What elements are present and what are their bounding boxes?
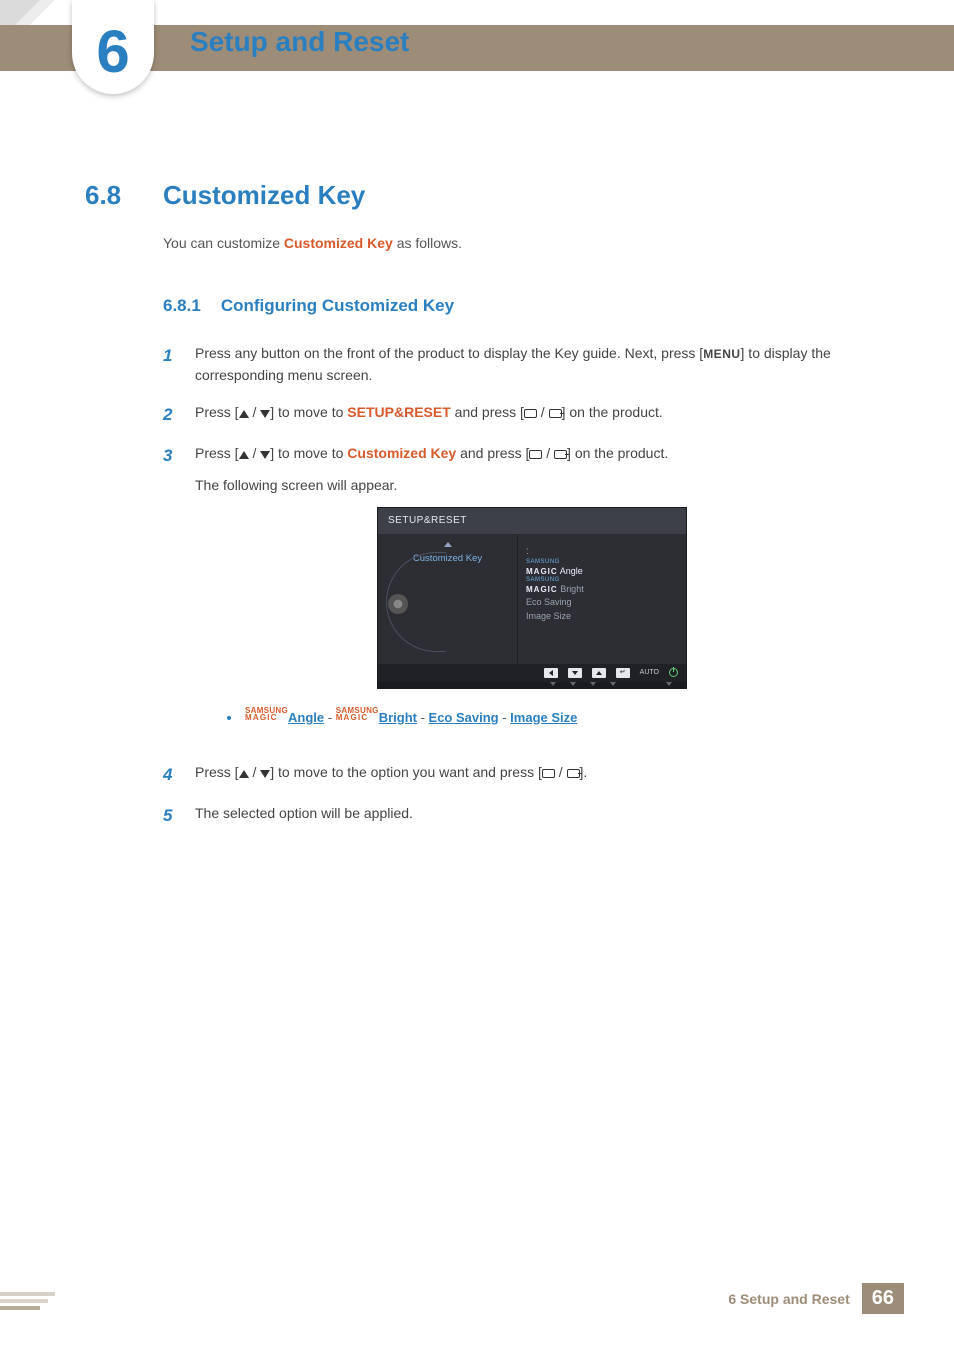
enter-icon	[567, 769, 580, 778]
intro-post: as follows.	[393, 235, 462, 251]
osd-option-angle: SAMSUNG MAGIC Angle	[526, 560, 678, 578]
down-arrow-icon	[610, 682, 616, 686]
step-3: 3 Press [ / ] to move to Customized Key …	[163, 442, 869, 747]
options-bullet: SAMSUNGMAGICAngle - SAMSUNGMAGICBright -…	[227, 707, 869, 729]
step-number: 4	[163, 761, 177, 788]
step-follow: The following screen will appear.	[195, 474, 869, 496]
section-intro: You can customize Customized Key as foll…	[163, 233, 869, 254]
osd-option-eco: Eco Saving	[526, 596, 678, 610]
osd-panel: SETUP&RESET Customized Key :	[377, 507, 687, 689]
osd-colon: :	[526, 546, 529, 557]
up-arrow-icon	[239, 770, 249, 778]
subsection-heading-row: 6.8.1 Configuring Customized Key	[163, 296, 869, 316]
osd-title: SETUP&RESET	[378, 508, 686, 534]
osd-screenshot: SETUP&RESET Customized Key :	[195, 507, 869, 689]
osd-left-pane: Customized Key	[378, 534, 518, 664]
section-number: 6.8	[85, 180, 137, 211]
bullet-icon	[227, 716, 231, 720]
step-body: Press [ / ] to move to the option you wa…	[195, 761, 869, 788]
down-arrow-icon	[260, 451, 270, 459]
step-number: 5	[163, 802, 177, 829]
section-heading-row: 6.8 Customized Key	[85, 180, 869, 211]
down-arrow-icon	[260, 410, 270, 418]
link-image-size[interactable]: Image Size	[510, 710, 577, 725]
step-body: Press [ / ] to move to SETUP&RESET and p…	[195, 401, 869, 428]
down-arrow-icon	[550, 682, 556, 686]
step-number: 1	[163, 342, 177, 387]
link-eco[interactable]: Eco Saving	[429, 710, 499, 725]
down-arrow-icon	[666, 682, 672, 686]
steps-list: 1 Press any button on the front of the p…	[163, 342, 869, 829]
source-icon	[524, 409, 537, 418]
osd-sub-bar	[378, 682, 686, 688]
step-body: Press any button on the front of the pro…	[195, 342, 869, 387]
subsection-number: 6.8.1	[163, 296, 201, 316]
intro-highlight: Customized Key	[284, 235, 393, 251]
subsection-title: Configuring Customized Key	[221, 296, 454, 316]
up-arrow-icon	[239, 410, 249, 418]
step-2: 2 Press [ / ] to move to SETUP&RESET and…	[163, 401, 869, 428]
step-body: Press [ / ] to move to Customized Key an…	[195, 442, 869, 747]
enter-icon	[549, 409, 562, 418]
left-arrow-icon	[544, 668, 558, 678]
samsung-magic-tag: SAMSUNGMAGIC	[245, 707, 288, 721]
enter-icon	[554, 450, 567, 459]
step-number: 3	[163, 442, 177, 747]
samsung-magic-tag: SAMSUNGMAGIC	[336, 707, 379, 721]
step-body: The selected option will be applied.	[195, 802, 869, 829]
chapter-number: 6	[96, 17, 129, 86]
source-icon	[542, 769, 555, 778]
options-text: SAMSUNGMAGICAngle - SAMSUNGMAGICBright -…	[245, 707, 577, 729]
osd-selected-item: Customized Key	[378, 551, 517, 566]
down-arrow-icon	[590, 682, 596, 686]
osd-right-pane: : SAMSUNG MAGIC Angle SAMSUNG MAGIC Brig…	[518, 534, 686, 664]
up-arrow-icon	[239, 451, 249, 459]
link-bright[interactable]: Bright	[379, 710, 417, 725]
page-footer: 6 Setup and Reset 66	[728, 1283, 904, 1314]
page-content: 6.8 Customized Key You can customize Cus…	[85, 180, 869, 843]
footer-chapter-label: 6 Setup and Reset	[728, 1291, 849, 1307]
power-icon	[669, 668, 678, 677]
down-arrow-icon	[568, 668, 582, 678]
step-target: SETUP&RESET	[347, 404, 450, 420]
step-1: 1 Press any button on the front of the p…	[163, 342, 869, 387]
osd-option-size: Image Size	[526, 610, 678, 624]
chapter-title: Setup and Reset	[190, 26, 409, 58]
enter-icon: ↵	[616, 668, 630, 678]
step-5: 5 The selected option will be applied.	[163, 802, 869, 829]
footer-decoration	[0, 1292, 70, 1310]
osd-nav-bar: ↵ AUTO	[378, 664, 686, 682]
source-icon	[529, 450, 542, 459]
auto-label: AUTO	[640, 667, 659, 678]
down-arrow-icon	[260, 770, 270, 778]
section-title: Customized Key	[163, 180, 365, 211]
down-arrow-icon	[570, 682, 576, 686]
step-number: 2	[163, 401, 177, 428]
up-arrow-icon	[444, 542, 452, 547]
menu-button-label: MENU	[703, 347, 740, 361]
osd-body: Customized Key : SAMSUNG MAGIC Angle	[378, 534, 686, 664]
osd-option-bright: SAMSUNG MAGIC Bright	[526, 578, 678, 596]
footer-page-number: 66	[862, 1283, 904, 1314]
link-angle[interactable]: Angle	[288, 710, 324, 725]
chapter-badge: 6	[72, 0, 154, 94]
gear-icon	[388, 594, 408, 614]
step-4: 4 Press [ / ] to move to the option you …	[163, 761, 869, 788]
intro-pre: You can customize	[163, 235, 284, 251]
step-target: Customized Key	[347, 445, 456, 461]
up-arrow-icon	[592, 668, 606, 678]
